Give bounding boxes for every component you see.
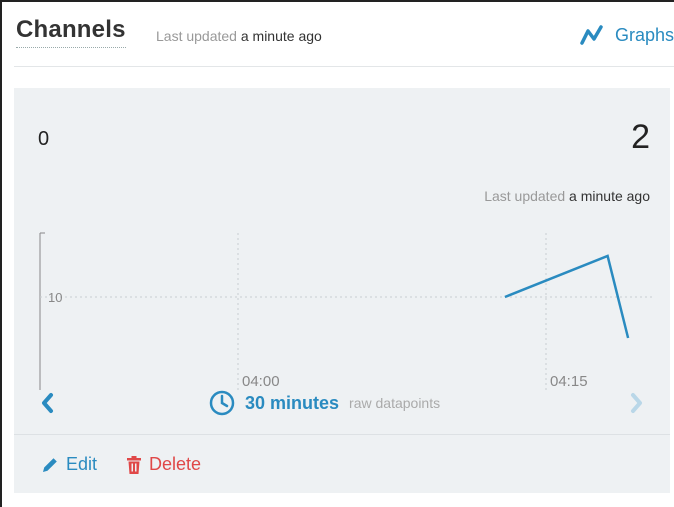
channel-updated-prefix: Last updated [484,188,566,204]
chevron-right-icon [631,393,642,413]
pencil-icon [43,457,57,472]
channel-current-value: 2 [631,118,650,156]
page-title: Channels [16,16,126,48]
graph-icon [580,25,603,45]
time-range-description: raw datapoints [349,395,441,411]
page-header: Channels Last updated a minute ago Graph… [14,14,674,67]
channel-actions: Edit Delete [14,434,670,494]
graphs-link[interactable]: Graphs [579,24,674,46]
chevron-left-icon [42,393,53,413]
next-range-button[interactable] [630,392,644,419]
clock-icon [209,390,235,416]
trash-icon [127,455,142,474]
header-last-updated: Last updated a minute ago [156,28,322,44]
edit-label: Edit [66,454,98,474]
time-range-selector[interactable]: 30 minutes raw datapoints [209,390,440,416]
graphs-label: Graphs [614,24,674,45]
channel-chart: 10 04:00 04:15 [39,232,654,390]
channel-last-updated: Last updated a minute ago [484,188,650,204]
time-range-value: 30 minutes [245,392,340,413]
header-updated-value: a minute ago [240,28,322,44]
channel-card: 0 2 Last updated a minute ago 10 04:00 0… [14,88,670,493]
delete-button[interactable]: Delete [125,454,201,475]
channel-updated-value: a minute ago [569,188,650,204]
channel-min-value: 0 [38,128,50,150]
prev-range-button[interactable] [40,392,54,419]
delete-label: Delete [149,454,202,474]
x-tick-label-0: 04:00 [242,373,280,390]
y-tick-label: 10 [48,290,62,305]
x-tick-label-1: 04:15 [550,373,588,390]
edit-button[interactable]: Edit [40,454,97,475]
header-updated-prefix: Last updated [156,28,237,44]
